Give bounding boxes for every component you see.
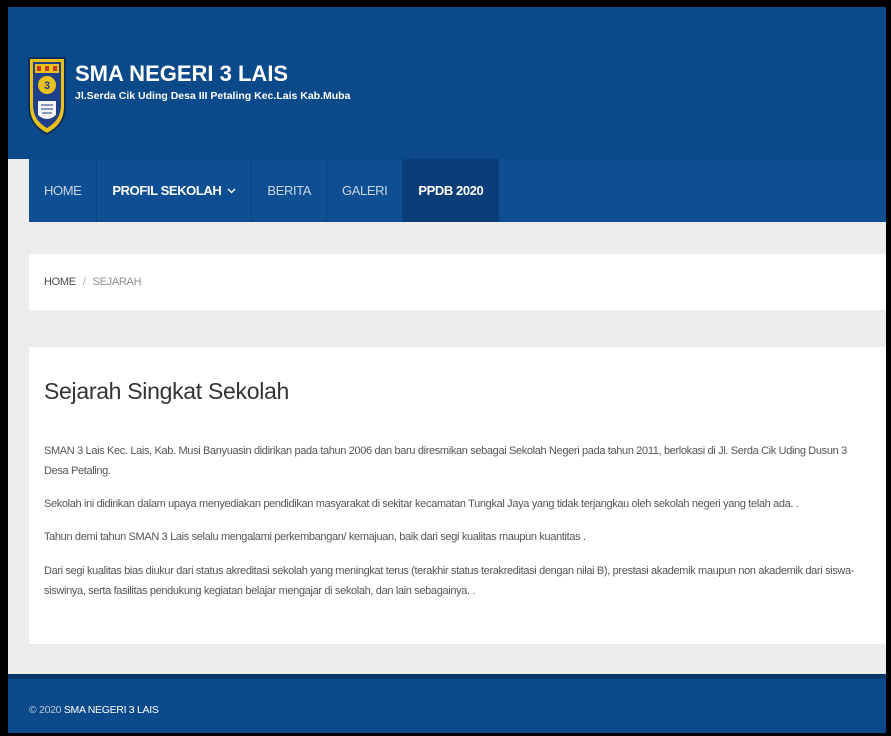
copyright-text: © 2020 (29, 704, 62, 716)
site-header: 3 SMA NEGERI 3 LAIS Jl.Serda Cik Uding D… (8, 7, 886, 159)
paragraph-4: Dari segi kualitas bias diukur dari stat… (44, 565, 855, 597)
nav-item-galeri[interactable]: GALERI (327, 159, 404, 222)
breadcrumb: HOME / SEJARAH (29, 254, 886, 310)
nav-item-label: PPDB 2020 (418, 183, 484, 198)
nav-item-label: BERITA (267, 183, 312, 198)
paragraph-1: SMAN 3 Lais Kec. Lais, Kab. Musi Banyuas… (44, 445, 847, 477)
breadcrumb-separator: / (82, 276, 86, 288)
page-title: Sejarah Singkat Sekolah (44, 378, 289, 404)
nav-item-ppdb-2020[interactable]: PPDB 2020 (403, 159, 500, 222)
site-footer: © 2020 SMA NEGERI 3 LAIS (8, 674, 886, 733)
footer-copyright: © 2020 SMA NEGERI 3 LAIS (29, 704, 159, 716)
breadcrumb-current: SEJARAH (92, 276, 142, 288)
nav-item-label: HOME (44, 183, 82, 198)
nav-item-label: PROFIL SEKOLAH (112, 183, 222, 198)
breadcrumb-home-link[interactable]: HOME (44, 276, 76, 288)
page-frame: 3 SMA NEGERI 3 LAIS Jl.Serda Cik Uding D… (8, 7, 886, 733)
nav-item-home[interactable]: HOME (29, 159, 98, 222)
site-address: Jl.Serda Cik Uding Desa III Petaling Kec… (75, 90, 351, 102)
footer-site-name[interactable]: SMA NEGERI 3 LAIS (64, 704, 159, 716)
school-crest-icon[interactable]: 3 (26, 55, 68, 137)
svg-text:3: 3 (44, 80, 50, 92)
chevron-down-icon (227, 188, 236, 193)
main-nav: HOME PROFIL SEKOLAH BERITA GALERI PPDB 2… (29, 159, 886, 222)
site-title[interactable]: SMA NEGERI 3 LAIS (75, 61, 288, 87)
paragraph-2: Sekolah ini didirikan dalam upaya menyed… (44, 498, 799, 510)
nav-item-berita[interactable]: BERITA (252, 159, 328, 222)
nav-item-profil-sekolah[interactable]: PROFIL SEKOLAH (97, 159, 253, 222)
paragraph-3: Tahun demi tahun SMAN 3 Lais selalu meng… (44, 531, 586, 543)
content-card: Sejarah Singkat Sekolah SMAN 3 Lais Kec.… (29, 347, 886, 644)
nav-item-label: GALERI (342, 183, 388, 198)
